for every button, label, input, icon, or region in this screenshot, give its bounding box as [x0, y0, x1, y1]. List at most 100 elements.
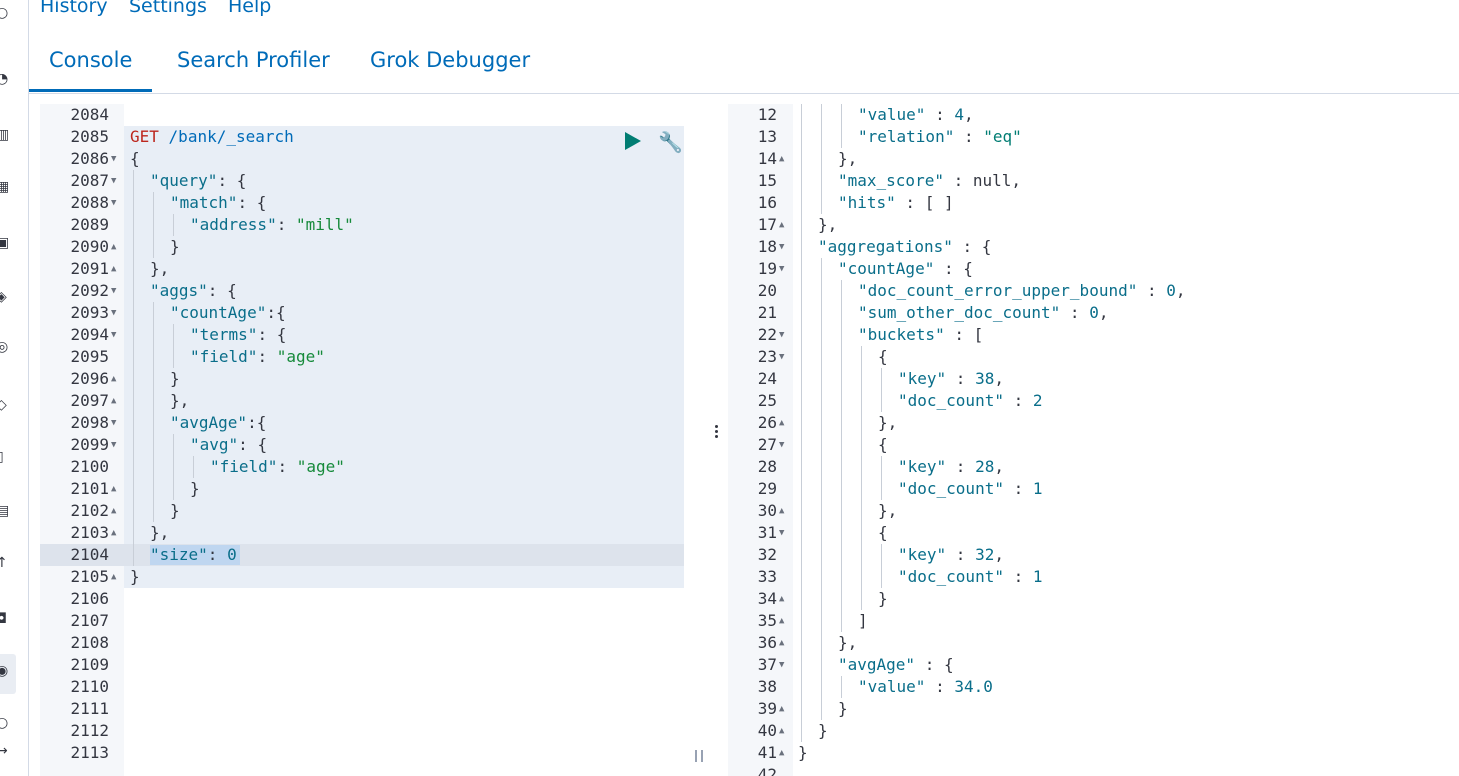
code-line[interactable]: {	[878, 434, 888, 456]
fold-collapse-icon[interactable]: ▼	[779, 324, 784, 346]
resize-handle-icon[interactable]	[695, 750, 703, 762]
collapse-icon[interactable]: →	[0, 744, 10, 758]
dev-tools-icon[interactable]: ◉	[0, 664, 10, 678]
canvas-icon[interactable]: ▣	[0, 236, 10, 250]
fold-collapse-icon[interactable]: ▼	[111, 192, 116, 214]
fold-expand-icon[interactable]: ▲	[779, 148, 784, 170]
code-line[interactable]: "query": {	[150, 170, 246, 192]
clock-icon[interactable]: ◔	[0, 72, 10, 86]
code-line[interactable]: "countAge":{	[170, 302, 286, 324]
fold-collapse-icon[interactable]: ▼	[779, 522, 784, 544]
stack-monitoring-icon[interactable]: ○	[0, 716, 10, 730]
drag-handle-icon[interactable]	[715, 425, 718, 440]
code-line[interactable]: "match": {	[170, 192, 266, 214]
code-line[interactable]: "doc_count" : 2	[898, 390, 1043, 412]
fold-expand-icon[interactable]: ▲	[111, 500, 116, 522]
code-line[interactable]: }	[838, 698, 848, 720]
code-line[interactable]: "doc_count" : 1	[898, 478, 1043, 500]
code-line[interactable]: }	[170, 368, 180, 390]
code-line[interactable]: "address": "mill"	[190, 214, 354, 236]
code-line[interactable]: "max_score" : null,	[838, 170, 1021, 192]
code-line[interactable]: "terms": {	[190, 324, 286, 346]
uptime-icon[interactable]: ◘	[0, 612, 10, 626]
fold-expand-icon[interactable]: ▲	[779, 412, 784, 434]
tab-search-profiler[interactable]: Search Profiler	[177, 48, 330, 72]
code-line[interactable]: "sum_other_doc_count" : 0,	[858, 302, 1108, 324]
code-line[interactable]: "value" : 34.0	[858, 676, 993, 698]
search-icon[interactable]: ○	[0, 6, 10, 20]
security-icon[interactable]: ◇	[0, 398, 10, 412]
menu-help[interactable]: Help	[228, 0, 271, 17]
request-editor[interactable]: 2084 2085 GET /bank/_search 2086 ▼{2087 ▼ "que…	[40, 104, 685, 776]
code-line[interactable]: "doc_count" : 1	[898, 566, 1043, 588]
fold-expand-icon[interactable]: ▲	[779, 742, 784, 764]
code-line[interactable]: },	[878, 412, 897, 434]
fold-collapse-icon[interactable]: ▼	[779, 258, 784, 280]
fold-collapse-icon[interactable]: ▼	[111, 148, 116, 170]
fold-expand-icon[interactable]: ▲	[111, 368, 116, 390]
code-line[interactable]: "field": "age"	[210, 456, 345, 478]
fold-collapse-icon[interactable]: ▼	[779, 346, 784, 368]
ml-icon[interactable]: ◎	[0, 340, 10, 354]
code-line[interactable]: "relation" : "eq"	[858, 126, 1022, 148]
code-line[interactable]: "hits" : [ ]	[838, 192, 954, 214]
dashboard-icon[interactable]: ▦	[0, 180, 10, 194]
code-line[interactable]: }	[798, 742, 808, 764]
fold-expand-icon[interactable]: ▲	[111, 478, 116, 500]
fold-expand-icon[interactable]: ▲	[111, 236, 116, 258]
fold-collapse-icon[interactable]: ▼	[779, 236, 784, 258]
fold-expand-icon[interactable]: ▲	[111, 522, 116, 544]
code-line[interactable]: "doc_count_error_upper_bound" : 0,	[858, 280, 1186, 302]
code-line[interactable]: },	[170, 390, 189, 412]
fold-collapse-icon[interactable]: ▼	[111, 280, 116, 302]
code-line[interactable]: "key" : 38,	[898, 368, 1004, 390]
response-editor[interactable]: 12 "value" : 4, 13 "relation" : "eq" 14 ▲}, 15…	[728, 104, 1459, 776]
tab-grok-debugger[interactable]: Grok Debugger	[370, 48, 530, 72]
menu-settings[interactable]: Settings	[129, 0, 207, 17]
code-line[interactable]: "value" : 4,	[858, 104, 974, 126]
fold-expand-icon[interactable]: ▲	[111, 258, 116, 280]
fold-collapse-icon[interactable]: ▼	[111, 302, 116, 324]
analytics-icon[interactable]: ▥	[0, 128, 10, 142]
code-line[interactable]: }	[818, 720, 828, 742]
maps-icon[interactable]: ◈	[0, 290, 10, 304]
fold-collapse-icon[interactable]: ▼	[111, 324, 116, 346]
fold-expand-icon[interactable]: ▲	[779, 588, 784, 610]
code-line[interactable]: {	[878, 346, 888, 368]
fold-collapse-icon[interactable]: ▼	[111, 412, 116, 434]
code-line[interactable]: "avg": {	[190, 434, 267, 456]
fold-collapse-icon[interactable]: ▼	[779, 654, 784, 676]
code-line[interactable]: },	[838, 632, 857, 654]
code-line[interactable]: {	[130, 148, 140, 170]
code-line[interactable]: }	[170, 500, 180, 522]
code-line[interactable]: ]	[858, 610, 868, 632]
code-line[interactable]: },	[818, 214, 837, 236]
code-line[interactable]: "avgAge":{	[170, 412, 266, 434]
fold-collapse-icon[interactable]: ▼	[111, 170, 116, 192]
fold-expand-icon[interactable]: ▲	[779, 500, 784, 522]
fold-collapse-icon[interactable]: ▼	[111, 434, 116, 456]
logs-icon[interactable]: ▤	[0, 504, 10, 518]
fold-expand-icon[interactable]: ▲	[111, 390, 116, 412]
code-line[interactable]: "key" : 28,	[898, 456, 1004, 478]
code-line[interactable]: {	[878, 522, 888, 544]
fold-expand-icon[interactable]: ▲	[779, 720, 784, 742]
code-line[interactable]: }	[170, 236, 180, 258]
code-line[interactable]: GET /bank/_search	[130, 126, 294, 148]
code-line[interactable]: "avgAge" : {	[838, 654, 954, 676]
wrench-icon[interactable]: 🔧	[658, 130, 683, 154]
tab-console[interactable]: Console	[28, 48, 153, 92]
code-line[interactable]: }	[130, 566, 140, 588]
code-line[interactable]: "field": "age"	[190, 346, 325, 368]
menu-history[interactable]: History	[40, 0, 108, 17]
code-line[interactable]: },	[878, 500, 897, 522]
apm-icon[interactable]: ↑	[0, 556, 10, 570]
code-line[interactable]: "aggregations" : {	[818, 236, 991, 258]
fold-expand-icon[interactable]: ▲	[779, 610, 784, 632]
code-line[interactable]: "countAge" : {	[838, 258, 973, 280]
code-line[interactable]: "buckets" : [	[858, 324, 983, 346]
code-line[interactable]: }	[878, 588, 888, 610]
code-line[interactable]: "key" : 32,	[898, 544, 1004, 566]
code-line[interactable]: "size": 0	[150, 544, 237, 566]
fold-expand-icon[interactable]: ▲	[779, 698, 784, 720]
